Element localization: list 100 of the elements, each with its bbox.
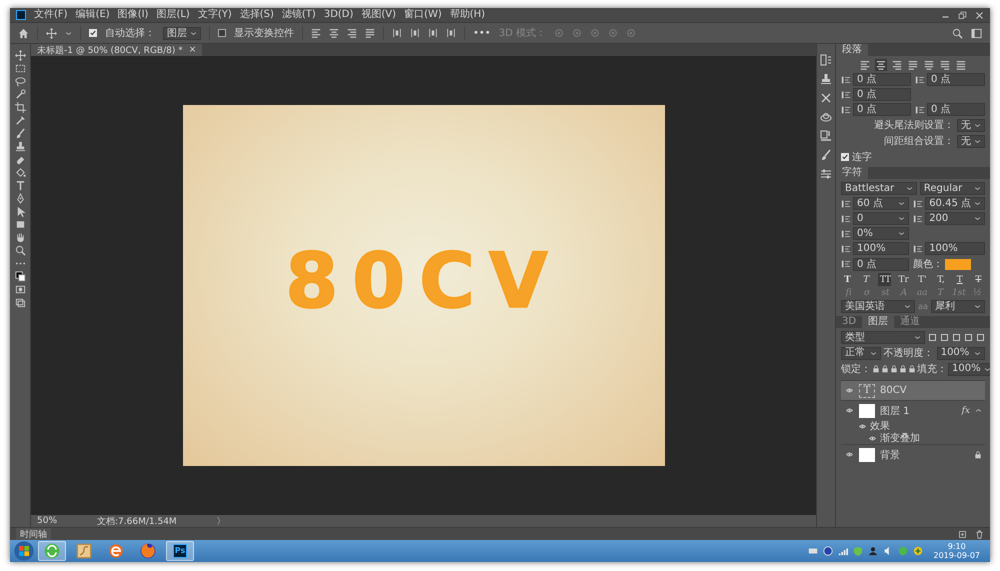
dropdown[interactable]: 美国英语 (841, 300, 916, 313)
workspace-icon[interactable] (971, 28, 982, 38)
alignment-button[interactable] (875, 59, 887, 71)
checkbox[interactable] (218, 29, 226, 37)
dropdown[interactable]: 犀利 (930, 300, 985, 313)
dropdown[interactable]: 60 点 (853, 197, 910, 210)
input-field[interactable]: 0 点 (853, 258, 910, 270)
input-field[interactable]: 0 点 (927, 103, 985, 116)
globe-icon[interactable] (822, 546, 832, 556)
stamp-icon[interactable] (14, 141, 26, 152)
menu-item[interactable]: 窗口(W) (404, 9, 442, 21)
stamp-icon[interactable] (820, 73, 832, 85)
color-swatches-icon[interactable] (14, 271, 26, 282)
input-field[interactable]: 0 点 (853, 103, 911, 116)
dropdown[interactable]: 图层 (163, 26, 201, 40)
plus-badge-icon[interactable] (912, 546, 922, 556)
layer-row[interactable]: 图层 1 fx (841, 400, 985, 420)
restore-icon[interactable] (958, 10, 967, 20)
input-field[interactable]: 0 点 (853, 73, 911, 86)
menu-item[interactable]: 文字(Y) (198, 9, 232, 21)
move-icon[interactable] (14, 50, 26, 61)
menu-item[interactable]: 滤镜(T) (282, 9, 316, 21)
layer-row[interactable]: 背景 (841, 444, 985, 464)
dropdown[interactable]: 无 (957, 118, 985, 132)
glyphs-icon[interactable] (820, 130, 832, 142)
signal-icon[interactable] (838, 546, 848, 556)
alignment-button[interactable] (923, 59, 935, 71)
distribute-icon[interactable] (428, 28, 438, 38)
type-tool-icon[interactable] (14, 180, 26, 191)
menu-item[interactable]: 视图(V) (361, 9, 396, 21)
dropdown[interactable]: 正常 (841, 346, 881, 360)
menu-item[interactable]: 编辑(E) (76, 9, 110, 21)
lock-icon[interactable] (908, 365, 916, 373)
text-style-button[interactable]: Tr (897, 273, 910, 286)
scissors-icon[interactable] (820, 92, 832, 104)
panel-tab[interactable]: 段落 (836, 44, 868, 56)
panel-tab[interactable]: 3D (836, 316, 862, 328)
distribute-icon[interactable] (410, 28, 420, 38)
dropdown[interactable]: 0 (853, 212, 910, 225)
home-icon[interactable] (18, 28, 29, 38)
dropdown[interactable]: 60.45 点 (925, 197, 985, 210)
text-style-button[interactable]: T, (934, 273, 948, 286)
app-button[interactable] (38, 541, 66, 561)
dropdown[interactable]: 200 (925, 212, 985, 225)
menu-item[interactable]: 选择(S) (240, 9, 274, 21)
clock[interactable]: 9:10 2019-09-07 (928, 542, 986, 560)
dropdown[interactable]: 无 (957, 134, 985, 148)
close-button[interactable]: × (188, 45, 196, 55)
input-field[interactable]: 0 点 (927, 73, 985, 86)
menu-item[interactable]: 文件(F) (34, 9, 68, 21)
alignment-button[interactable] (907, 59, 919, 71)
new-layer-icon[interactable] (958, 530, 967, 538)
dropdown[interactable]: 类型 (841, 331, 925, 344)
keyboard-icon[interactable] (808, 546, 818, 556)
text-style-button[interactable]: T (860, 273, 873, 286)
panel-tab[interactable]: 字符 (836, 167, 868, 179)
timeline-tab[interactable]: 时间轴 (16, 528, 51, 540)
dropdown[interactable]: 100% (936, 346, 985, 360)
document-tab[interactable]: 未标题-1 @ 50% (80CV, RGB/8) * × (31, 44, 202, 56)
start-icon[interactable] (14, 541, 34, 561)
zoom-icon[interactable] (14, 245, 26, 256)
crop-icon[interactable] (14, 102, 26, 113)
lasso-icon[interactable] (14, 76, 26, 87)
mask-icon[interactable] (14, 284, 26, 295)
text-style-button[interactable]: T' (916, 273, 929, 286)
photoshop-button[interactable]: Ps (166, 541, 194, 561)
trash-icon[interactable] (975, 530, 984, 538)
dropdown[interactable]: Battlestar (841, 182, 917, 195)
wand-icon[interactable] (14, 89, 26, 100)
text-style-button[interactable]: T (953, 273, 966, 286)
pen-icon[interactable] (14, 193, 26, 204)
caret-icon[interactable] (975, 407, 982, 414)
dropdown[interactable]: Regular (920, 182, 985, 195)
alignment-button[interactable] (955, 59, 967, 71)
alignment-button[interactable] (859, 59, 871, 71)
input-field[interactable]: 100% (853, 242, 910, 255)
layer-row[interactable]: T 80CV (841, 380, 985, 400)
sliders-icon[interactable] (820, 168, 832, 180)
close-icon[interactable] (975, 10, 984, 20)
menu-item[interactable]: 图层(L) (156, 9, 190, 21)
dropdown[interactable]: 100% (948, 362, 990, 376)
panel-tab[interactable]: 图层 (862, 316, 894, 328)
alignment-button[interactable] (891, 59, 903, 71)
screen-mode-icon[interactable] (14, 297, 26, 308)
history-icon[interactable] (820, 54, 832, 66)
alignment-button[interactable] (939, 59, 951, 71)
brush-icon[interactable] (820, 149, 832, 161)
hand-icon[interactable] (14, 232, 26, 243)
move-icon[interactable] (46, 28, 57, 38)
rectangle-icon[interactable] (14, 219, 26, 230)
eyedropper-icon[interactable] (14, 115, 26, 126)
color-swatch[interactable] (945, 258, 972, 270)
status-arrow[interactable]: 〉 (216, 514, 226, 528)
more-button[interactable]: ••• (473, 28, 491, 38)
checkbox[interactable] (89, 29, 97, 37)
bucket-icon[interactable] (14, 167, 26, 178)
distribute-icon[interactable] (446, 28, 456, 38)
distribute-icon[interactable] (392, 28, 402, 38)
person-icon[interactable] (868, 546, 878, 556)
text-style-button[interactable]: T (841, 273, 854, 286)
